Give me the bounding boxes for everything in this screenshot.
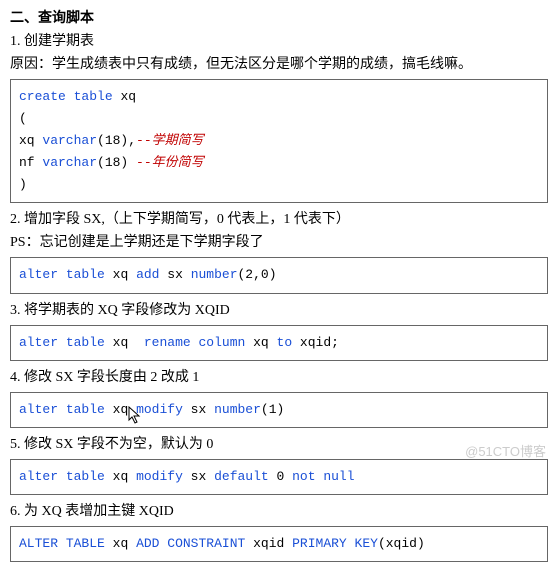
code-block-2: alter table xq add sx number(2,0) [10,257,548,293]
code-line: xq varchar(18),--学期简写 [19,130,539,152]
code-line: alter table xq rename column xq to xqid; [19,332,539,354]
code-line: ( [19,108,539,130]
code-block-6: ALTER TABLE xq ADD CONSTRAINT xqid PRIMA… [10,526,548,562]
item5-title: 5. 修改 SX 字段不为空，默认为 0 [10,434,548,455]
code-line: alter table xq add sx number(2,0) [19,264,539,286]
item3-title: 3. 将学期表的 XQ 字段修改为 XQID [10,300,548,321]
code-line: alter table xq modify sx number(1) [19,399,539,421]
code-block-5: alter table xq modify sx default 0 not n… [10,459,548,495]
item1-title: 1. 创建学期表 [10,31,548,52]
code-line: ) [19,174,539,196]
code-line: ALTER TABLE xq ADD CONSTRAINT xqid PRIMA… [19,533,539,555]
item6-title: 6. 为 XQ 表增加主键 XQID [10,501,548,522]
code-line: alter table xq modify sx default 0 not n… [19,466,539,488]
item2-title: 2. 增加字段 SX,（上下学期简写，0 代表上，1 代表下） [10,209,548,230]
item1-reason: 原因：学生成绩表中只有成绩，但无法区分是哪个学期的成绩，搞毛线嘛。 [10,54,548,75]
code-block-4: alter table xq modify sx number(1) [10,392,548,428]
code-line: nf varchar(18) --年份简写 [19,152,539,174]
item4-title: 4. 修改 SX 字段长度由 2 改成 1 [10,367,548,388]
code-line: create table xq [19,86,539,108]
code-block-3: alter table xq rename column xq to xqid; [10,325,548,361]
item2-ps: PS：忘记创建是上学期还是下学期字段了 [10,232,548,253]
section-heading: 二、查询脚本 [10,8,548,29]
code-block-1: create table xq ( xq varchar(18),--学期简写 … [10,79,548,203]
